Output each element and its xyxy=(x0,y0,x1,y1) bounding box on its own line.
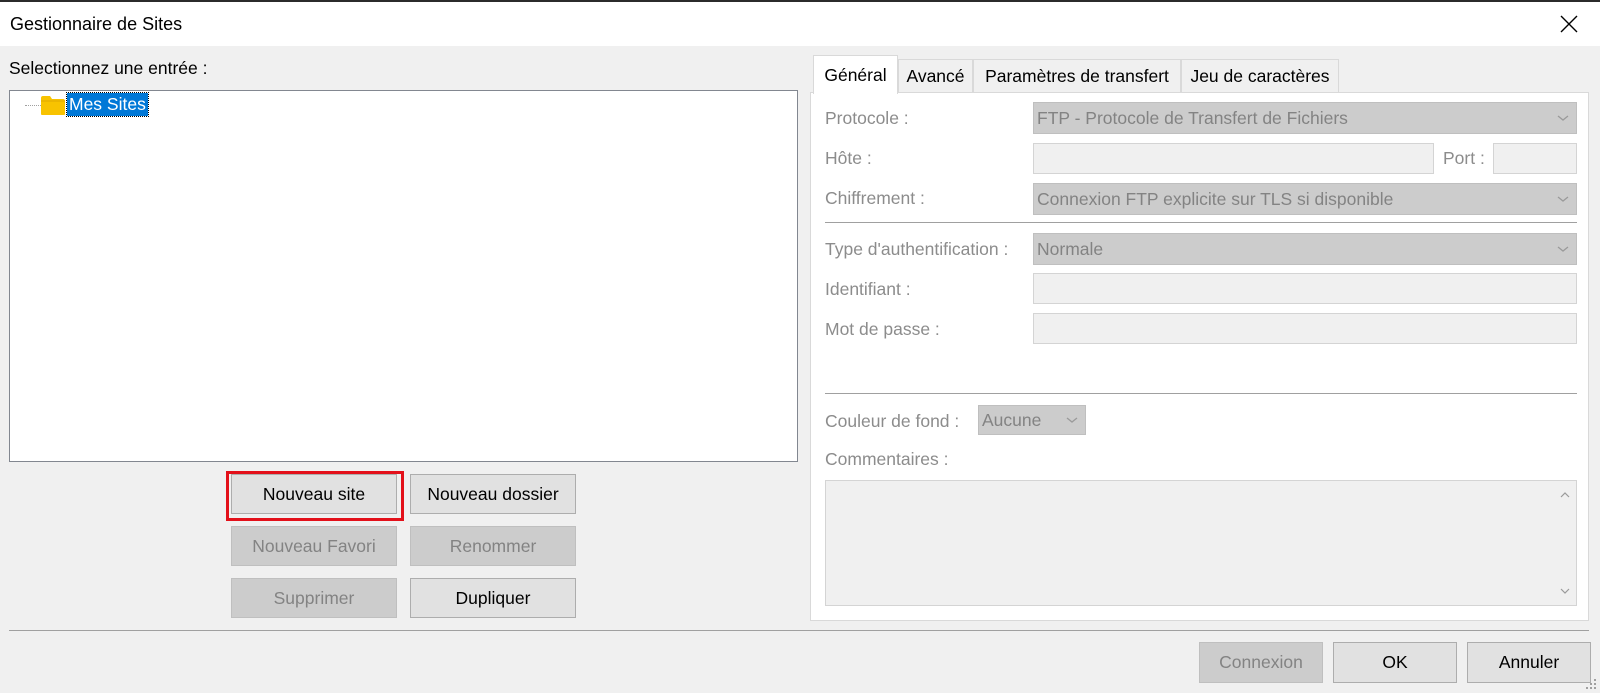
scroll-up-icon[interactable] xyxy=(1560,491,1570,499)
rename-button[interactable]: Renommer xyxy=(410,526,576,566)
protocol-select[interactable]: FTP - Protocole de Transfert de Fichiers xyxy=(1033,102,1577,134)
separator xyxy=(825,393,1577,394)
password-input[interactable] xyxy=(1033,313,1577,344)
host-input[interactable] xyxy=(1033,143,1434,174)
duplicate-button[interactable]: Dupliquer xyxy=(410,578,576,618)
chevron-down-icon xyxy=(1557,196,1569,202)
port-label: Port : xyxy=(1443,148,1485,168)
title-bar: Gestionnaire de Sites xyxy=(0,2,1600,46)
tab-transfer-settings[interactable]: Paramètres de transfert xyxy=(973,59,1181,93)
auth-type-label: Type d'authentification : xyxy=(825,239,1009,259)
protocol-value: FTP - Protocole de Transfert de Fichiers xyxy=(1037,107,1348,128)
close-icon xyxy=(1560,15,1578,33)
delete-button[interactable]: Supprimer xyxy=(231,578,397,618)
new-bookmark-button[interactable]: Nouveau Favori xyxy=(231,526,397,566)
chevron-down-icon xyxy=(1066,417,1078,423)
cancel-button[interactable]: Annuler xyxy=(1467,642,1591,683)
username-input[interactable] xyxy=(1033,273,1577,304)
chevron-down-icon xyxy=(1557,246,1569,252)
auth-type-value: Normale xyxy=(1037,238,1104,259)
site-tree[interactable]: Mes Sites xyxy=(9,90,798,462)
password-label: Mot de passe : xyxy=(825,319,940,339)
chevron-down-icon xyxy=(1557,115,1569,121)
select-entry-label: Selectionnez une entrée : xyxy=(9,58,208,78)
encryption-label: Chiffrement : xyxy=(825,188,925,208)
scroll-down-icon[interactable] xyxy=(1560,587,1570,595)
tab-charset[interactable]: Jeu de caractères xyxy=(1181,59,1339,93)
bgcolor-label: Couleur de fond : xyxy=(825,411,960,431)
encryption-value: Connexion FTP explicite sur TLS si dispo… xyxy=(1037,188,1394,209)
port-input[interactable] xyxy=(1493,143,1577,174)
ok-button[interactable]: OK xyxy=(1333,642,1457,683)
resize-grip-icon[interactable] xyxy=(1585,678,1597,690)
new-folder-button[interactable]: Nouveau dossier xyxy=(410,474,576,514)
new-site-button[interactable]: Nouveau site xyxy=(231,474,397,514)
encryption-select[interactable]: Connexion FTP explicite sur TLS si dispo… xyxy=(1033,183,1577,215)
footer-separator xyxy=(9,630,1589,631)
tab-advanced[interactable]: Avancé xyxy=(898,59,973,93)
comments-textarea[interactable] xyxy=(825,480,1577,606)
comments-label: Commentaires : xyxy=(825,449,949,469)
host-label: Hôte : xyxy=(825,148,872,168)
separator xyxy=(825,222,1577,223)
auth-type-select[interactable]: Normale xyxy=(1033,233,1577,265)
close-button[interactable] xyxy=(1546,4,1592,44)
tree-item-mes-sites[interactable]: Mes Sites xyxy=(66,92,149,117)
bgcolor-value: Aucune xyxy=(982,409,1042,430)
bgcolor-select[interactable]: Aucune xyxy=(978,405,1086,435)
connect-button[interactable]: Connexion xyxy=(1199,642,1323,683)
username-label: Identifiant : xyxy=(825,279,911,299)
folder-icon xyxy=(41,96,65,115)
protocol-label: Protocole : xyxy=(825,108,909,128)
tab-general[interactable]: Général xyxy=(813,55,898,94)
window-title: Gestionnaire de Sites xyxy=(10,14,183,34)
